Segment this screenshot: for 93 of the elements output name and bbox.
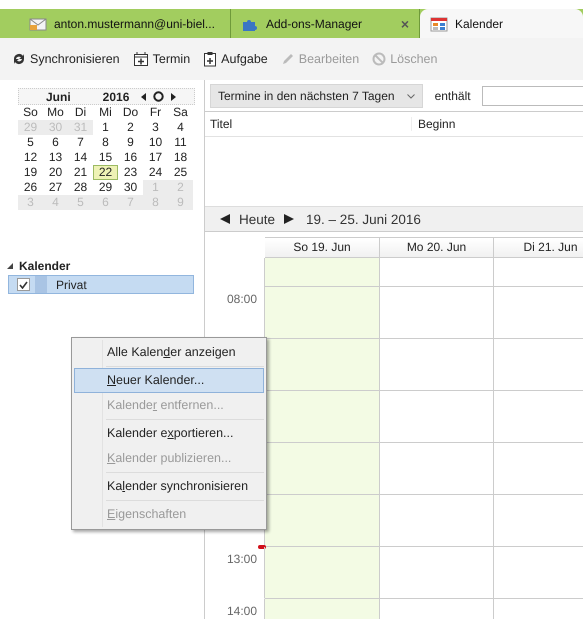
time-slot[interactable]	[265, 339, 380, 391]
day-cell[interactable]: 21	[68, 165, 93, 180]
day-header[interactable]: Mo 20. Jun	[380, 237, 494, 258]
menu-item[interactable]: Alle Kalender anzeigen	[74, 340, 264, 365]
day-cell[interactable]: 7	[68, 135, 93, 150]
all-day-cell[interactable]	[265, 258, 380, 287]
day-cell[interactable]: 26	[18, 180, 43, 195]
calendar-grid-icon	[430, 16, 448, 32]
section-title[interactable]: Kalender	[19, 259, 70, 273]
day-cell[interactable]: 25	[168, 165, 193, 180]
time-slot[interactable]	[380, 443, 494, 495]
day-cell[interactable]: 18	[168, 150, 193, 165]
previous-icon	[141, 92, 146, 100]
day-cell[interactable]: 22	[93, 165, 118, 180]
column-header[interactable]: Titel	[205, 117, 412, 131]
day-cell[interactable]: 1	[93, 120, 118, 135]
day-cell[interactable]: 13	[43, 150, 68, 165]
day-cell[interactable]: 2	[118, 120, 143, 135]
close-button[interactable]: ×	[400, 16, 409, 32]
today-circle-icon	[153, 91, 164, 102]
time-slot[interactable]	[265, 495, 380, 547]
tab[interactable]: Kalender	[420, 9, 583, 38]
day-cell[interactable]: 4	[168, 120, 193, 135]
menu-item[interactable]: Neuer Kalender...	[74, 368, 264, 393]
column-header[interactable]: Beginn	[412, 117, 456, 131]
day-cell[interactable]: 11	[168, 135, 193, 150]
date-range: 19. – 25. Juni 2016	[306, 212, 421, 226]
time-slot[interactable]	[265, 547, 380, 599]
day-cell[interactable]: 14	[68, 150, 93, 165]
prohibited-icon	[372, 52, 386, 66]
filter-label: enthält	[434, 89, 471, 103]
day-cell[interactable]: 9	[118, 135, 143, 150]
day-cell[interactable]: 8	[93, 135, 118, 150]
sync-arrows-icon	[12, 52, 26, 66]
today-button[interactable]: Heute	[239, 212, 276, 226]
day-cell[interactable]: 16	[118, 150, 143, 165]
time-slot[interactable]	[380, 547, 494, 599]
day-header[interactable]: Di 21. Jun	[494, 237, 583, 258]
toolbar-button[interactable]: Synchronisieren	[12, 50, 120, 68]
previous-arrow-icon	[220, 214, 230, 224]
checkmark-icon	[19, 280, 28, 288]
calendar-plus-icon	[132, 51, 149, 67]
day-cell[interactable]: 24	[143, 165, 168, 180]
hour-label: 13:00	[226, 552, 257, 566]
day-cell[interactable]: 23	[118, 165, 143, 180]
day-cell[interactable]: 27	[43, 180, 68, 195]
day-cell[interactable]: 30	[118, 180, 143, 195]
checkbox[interactable]	[17, 278, 30, 291]
day-cell[interactable]: 29	[93, 180, 118, 195]
day-cell[interactable]: 12	[18, 150, 43, 165]
menu-item[interactable]: Kalender exportieren...	[74, 421, 264, 446]
weekday-label: Sa	[172, 105, 189, 120]
calendar-name: Privat	[56, 278, 87, 292]
day-cell[interactable]: 28	[68, 180, 93, 195]
day-cell[interactable]: 6	[43, 135, 68, 150]
search-field[interactable]	[482, 86, 583, 106]
envelope-icon	[29, 16, 47, 30]
next-icon	[171, 92, 176, 100]
day-cell[interactable]: 3	[143, 120, 168, 135]
day-cell[interactable]: 20	[43, 165, 68, 180]
year-label[interactable]: 2016	[102, 90, 130, 104]
weekday-label: Fr	[148, 105, 162, 120]
time-slot[interactable]	[265, 443, 380, 495]
day-cell[interactable]: 10	[143, 135, 168, 150]
weekday-label: So	[22, 105, 39, 120]
clipboard-plus-icon	[203, 51, 218, 67]
next-arrow-icon	[284, 214, 294, 224]
time-slot[interactable]	[380, 391, 494, 443]
pencil-icon	[280, 52, 295, 66]
day-cell[interactable]: 5	[18, 135, 43, 150]
weekday-label: Do	[122, 105, 140, 120]
range-dropdown[interactable]: Termine in den nächsten 7 Tagen	[210, 84, 423, 108]
time-slot[interactable]	[265, 287, 380, 339]
day-cell[interactable]: 17	[143, 150, 168, 165]
toolbar-button[interactable]: Termin	[132, 49, 190, 69]
weekday-label: Mi	[98, 105, 113, 120]
chevron-down-icon	[406, 94, 415, 98]
hour-label: 08:00	[226, 292, 257, 306]
hour-label: 14:00	[226, 604, 257, 618]
time-slot[interactable]	[380, 339, 494, 391]
month-label[interactable]: Juni	[46, 90, 71, 104]
all-day-cell[interactable]	[380, 258, 494, 287]
time-slot[interactable]	[380, 495, 494, 547]
calendar-item[interactable]: Privat	[8, 275, 194, 294]
day-header[interactable]: So 19. Jun	[265, 237, 380, 258]
day-cell[interactable]: 15	[93, 150, 118, 165]
time-slot[interactable]	[265, 391, 380, 443]
weekday-label: Mo	[46, 105, 65, 120]
toolbar-button[interactable]: Aufgabe	[203, 49, 268, 69]
weekday-label: Di	[74, 105, 88, 120]
day-cell[interactable]: 19	[18, 165, 43, 180]
menu-item[interactable]: Kalender synchronisieren	[74, 474, 264, 499]
time-slot[interactable]	[380, 287, 494, 339]
